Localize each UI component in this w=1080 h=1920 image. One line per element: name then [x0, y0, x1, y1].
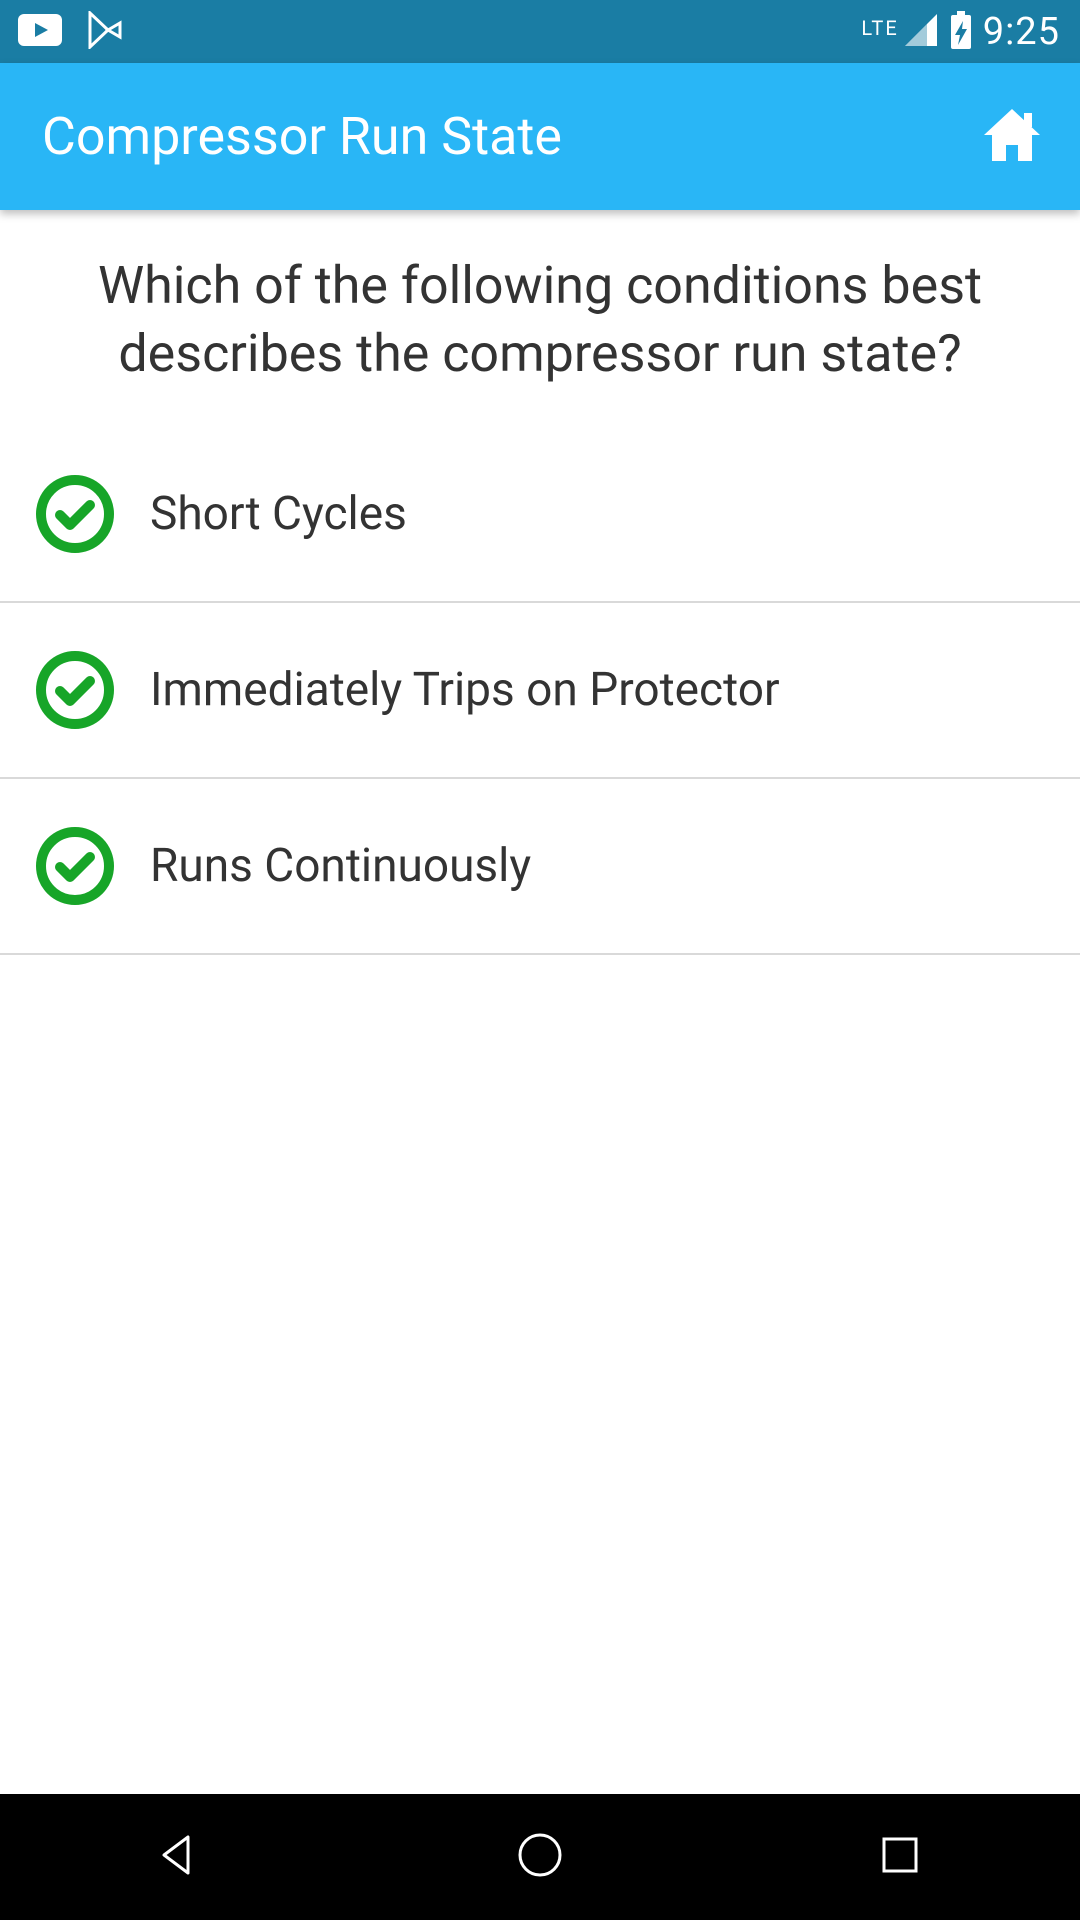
circle-icon	[514, 1829, 566, 1885]
app-bar: Compressor Run State	[0, 63, 1080, 210]
clock: 9:25	[983, 10, 1060, 54]
status-right: LTE 9:25	[861, 10, 1060, 54]
battery-charging-icon	[949, 11, 973, 53]
lte-label: LTE	[861, 16, 898, 40]
play-store-icon	[86, 11, 124, 53]
page-title: Compressor Run State	[42, 106, 562, 167]
option-runs-continuously[interactable]: Runs Continuously	[0, 779, 1080, 955]
system-nav-bar	[0, 1794, 1080, 1920]
option-label: Immediately Trips on Protector	[150, 663, 780, 717]
recent-apps-button[interactable]	[860, 1817, 940, 1897]
home-nav-button[interactable]	[500, 1817, 580, 1897]
square-icon	[876, 1831, 924, 1883]
option-label: Short Cycles	[150, 487, 407, 541]
question-text: Which of the following conditions best d…	[0, 210, 1080, 427]
youtube-icon	[18, 14, 62, 50]
option-short-cycles[interactable]: Short Cycles	[0, 427, 1080, 603]
back-button[interactable]	[140, 1817, 220, 1897]
status-left	[18, 11, 124, 53]
option-trips-protector[interactable]: Immediately Trips on Protector	[0, 603, 1080, 779]
home-button[interactable]	[976, 101, 1048, 173]
check-circle-icon	[36, 475, 114, 553]
status-bar: LTE 9:25	[0, 0, 1080, 63]
option-list: Short Cycles Immediately Trips on Protec…	[0, 427, 1080, 955]
check-circle-icon	[36, 651, 114, 729]
check-circle-icon	[36, 827, 114, 905]
back-icon	[154, 1829, 206, 1885]
option-label: Runs Continuously	[150, 839, 531, 893]
home-icon	[980, 107, 1044, 167]
signal-icon	[903, 12, 939, 52]
